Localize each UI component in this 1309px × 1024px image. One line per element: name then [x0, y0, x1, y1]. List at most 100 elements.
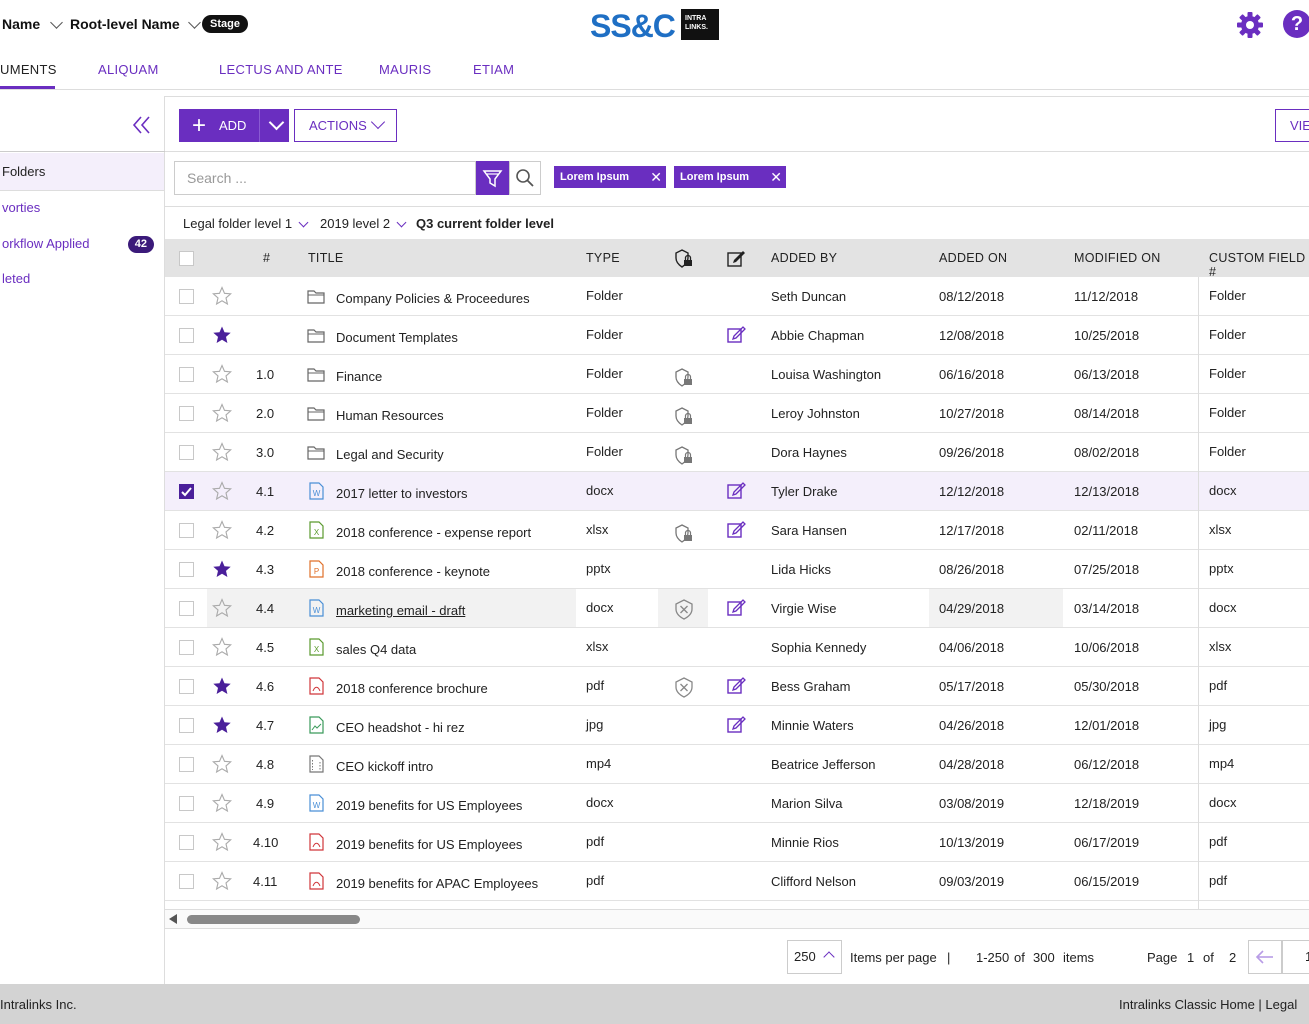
- tab-etiam[interactable]: ETIAM: [473, 62, 514, 77]
- table-row[interactable]: 2.0 Human Resources Folder Leroy Johnston 10…: [165, 394, 1309, 433]
- help-icon[interactable]: ?: [1283, 10, 1309, 38]
- star-icon[interactable]: [212, 832, 232, 852]
- edit-icon[interactable]: [725, 248, 747, 270]
- column-header-type[interactable]: TYPE: [586, 251, 620, 265]
- table-row[interactable]: Document Templates Folder Abbie Chapman 12/…: [165, 316, 1309, 355]
- edit-icon[interactable]: [725, 597, 747, 619]
- table-row[interactable]: 4.8 CEO kickoff intro mp4 Beatrice Jefferso…: [165, 745, 1309, 784]
- view-button[interactable]: VIE: [1275, 109, 1309, 142]
- row-title[interactable]: 2017 letter to investors: [336, 486, 468, 501]
- row-checkbox[interactable]: [179, 484, 194, 499]
- row-title[interactable]: 2019 benefits for US Employees: [336, 837, 522, 852]
- row-title[interactable]: marketing email - draft: [336, 603, 465, 618]
- breadcrumb-level-2[interactable]: 2019 level 2: [320, 216, 407, 231]
- row-checkbox[interactable]: [179, 562, 194, 577]
- table-row[interactable]: 4.4 Wmarketing email - draft docx Virgie Wi…: [165, 589, 1309, 628]
- row-checkbox[interactable]: [179, 679, 194, 694]
- star-icon[interactable]: [212, 403, 232, 423]
- shield-lock-icon[interactable]: [673, 367, 695, 389]
- edit-icon[interactable]: [725, 519, 747, 541]
- star-icon[interactable]: [212, 637, 232, 657]
- shield-lock-icon[interactable]: [673, 248, 695, 270]
- row-checkbox[interactable]: [179, 640, 194, 655]
- gear-icon[interactable]: [1235, 10, 1265, 40]
- row-checkbox[interactable]: [179, 406, 194, 421]
- crumb-name[interactable]: Name: [2, 15, 64, 32]
- star-icon[interactable]: [212, 754, 232, 774]
- search-input[interactable]: Search ...: [174, 161, 476, 195]
- table-row[interactable]: 4.2 X 2018 conference - expense report xlsx…: [165, 511, 1309, 550]
- scroll-left-icon[interactable]: [169, 914, 177, 924]
- shield-lock-icon[interactable]: [673, 445, 695, 467]
- row-checkbox[interactable]: [179, 835, 194, 850]
- row-title[interactable]: Legal and Security: [336, 447, 444, 462]
- table-row[interactable]: 1.0 Finance Folder Louisa Washington 06/16/2…: [165, 355, 1309, 394]
- table-row[interactable]: 4.1 W 2017 letter to investors docx Tyler Dr…: [165, 472, 1309, 511]
- chevron-down-icon[interactable]: [268, 114, 285, 131]
- row-title[interactable]: Finance: [336, 369, 382, 384]
- row-checkbox[interactable]: [179, 601, 194, 616]
- previous-page-button[interactable]: [1248, 940, 1282, 974]
- star-icon[interactable]: [212, 676, 232, 696]
- close-icon[interactable]: ✕: [650, 166, 662, 188]
- column-header-added-on[interactable]: ADDED ON: [939, 251, 1007, 265]
- star-icon[interactable]: [212, 715, 232, 735]
- row-title[interactable]: 2018 conference - expense report: [336, 525, 531, 540]
- star-icon[interactable]: [212, 871, 232, 891]
- table-row[interactable]: 4.10 2019 benefits for US Employees pdf Min…: [165, 823, 1309, 862]
- shield-x-icon[interactable]: [673, 676, 695, 698]
- column-header-number[interactable]: #: [263, 251, 270, 265]
- row-title[interactable]: Human Resources: [336, 408, 444, 423]
- star-icon[interactable]: [212, 364, 232, 384]
- table-row[interactable]: 4.5 Xsales Q4 data xlsx Sophia Kennedy 04/06…: [165, 628, 1309, 667]
- row-title[interactable]: CEO headshot - hi rez: [336, 720, 465, 735]
- star-icon[interactable]: [212, 559, 232, 579]
- edit-icon[interactable]: [725, 714, 747, 736]
- column-header-added-by[interactable]: ADDED BY: [771, 251, 837, 265]
- footer-links[interactable]: Intralinks Classic Home | Legal: [1119, 997, 1297, 1012]
- edit-icon[interactable]: [725, 675, 747, 697]
- filter-chip[interactable]: Lorem Ipsum ✕: [554, 166, 666, 188]
- sidebar-item-workflow-applied[interactable]: orkflow Applied 42: [0, 232, 164, 256]
- sidebar-item-deleted[interactable]: leted: [0, 267, 164, 291]
- row-title[interactable]: 2018 conference - keynote: [336, 564, 490, 579]
- row-checkbox[interactable]: [179, 289, 194, 304]
- row-checkbox[interactable]: [179, 367, 194, 382]
- row-title[interactable]: 2018 conference brochure: [336, 681, 488, 696]
- row-checkbox[interactable]: [179, 796, 194, 811]
- edit-icon[interactable]: [725, 324, 747, 346]
- select-all-checkbox[interactable]: [179, 251, 194, 266]
- shield-lock-icon[interactable]: [673, 523, 695, 545]
- shield-x-icon[interactable]: [673, 598, 695, 620]
- star-icon[interactable]: [212, 325, 232, 345]
- row-checkbox[interactable]: [179, 874, 194, 889]
- row-title[interactable]: 2019 benefits for US Employees: [336, 798, 522, 813]
- items-per-page-select[interactable]: 250: [787, 940, 842, 974]
- tab-lectus-and-ante[interactable]: LECTUS AND ANTE: [219, 62, 343, 77]
- table-row[interactable]: 4.7 CEO headshot - hi rez jpg Minnie Waters…: [165, 706, 1309, 745]
- breadcrumb-level-1[interactable]: Legal folder level 1: [183, 216, 309, 231]
- column-header-modified-on[interactable]: MODIFIED ON: [1074, 251, 1161, 265]
- table-row[interactable]: 4.6 2018 conference brochure pdf Bess Graha…: [165, 667, 1309, 706]
- row-checkbox[interactable]: [179, 757, 194, 772]
- row-title[interactable]: Document Templates: [336, 330, 458, 345]
- column-header-title[interactable]: TITLE: [308, 251, 344, 265]
- add-button[interactable]: + ADD: [179, 109, 289, 142]
- column-header-custom-field[interactable]: CUSTOM FIELD #: [1209, 251, 1309, 279]
- star-icon[interactable]: [212, 286, 232, 306]
- filter-button[interactable]: [476, 161, 509, 195]
- tab-aliquam[interactable]: ALIQUAM: [98, 62, 159, 77]
- star-icon[interactable]: [212, 520, 232, 540]
- crumb-root-level[interactable]: Root-level Name: [70, 15, 201, 32]
- row-title[interactable]: CEO kickoff intro: [336, 759, 433, 774]
- scrollbar-thumb[interactable]: [187, 915, 360, 924]
- horizontal-scrollbar[interactable]: [165, 909, 1309, 929]
- sidebar-item-favorites[interactable]: vorties: [0, 196, 164, 220]
- row-title[interactable]: sales Q4 data: [336, 642, 416, 657]
- row-title[interactable]: Company Policies & Proceedures: [336, 291, 530, 306]
- row-checkbox[interactable]: [179, 328, 194, 343]
- star-icon[interactable]: [212, 598, 232, 618]
- row-checkbox[interactable]: [179, 445, 194, 460]
- table-row[interactable]: 4.9 W 2019 benefits for US Employees docx Ma…: [165, 784, 1309, 823]
- row-checkbox[interactable]: [179, 718, 194, 733]
